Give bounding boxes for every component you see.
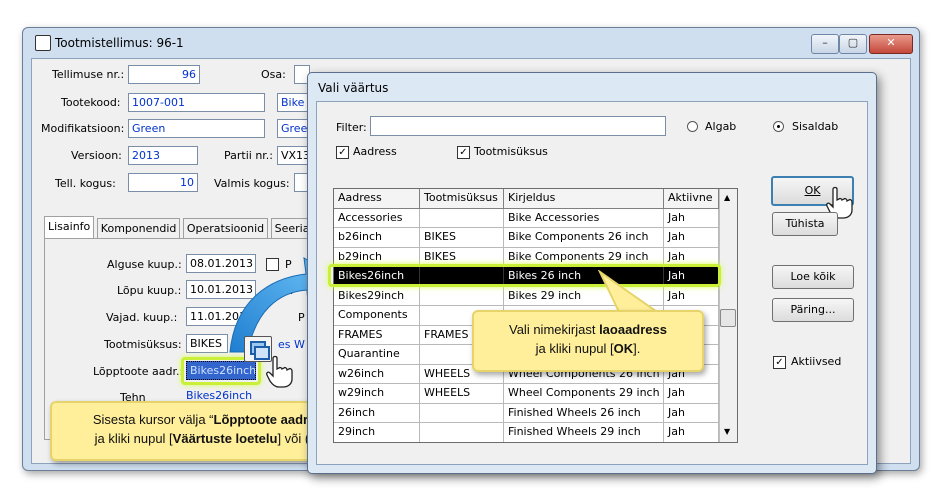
tab-komponendid[interactable]: Komponendid [96,218,181,238]
cell-unit: BIKES [420,228,504,248]
callout-right-text-2: ja kliki nupul [ [535,341,614,356]
radio-contains-label: Sisaldab [792,120,839,133]
cell-active: Jah [664,286,719,306]
filter-input[interactable] [370,116,666,136]
version-label: Versioon: [71,149,122,162]
check-unit-label: Tootmisüksus [474,145,548,158]
callout-left-text-1: Sisesta kursor välja “ [92,412,214,427]
order-qty-label: Tell. kogus: [55,177,116,190]
radio-contains[interactable] [773,121,784,132]
cell-active: Jah [664,228,719,248]
read-all-button[interactable]: Loe kõik [772,265,854,289]
check-active[interactable]: ✓ [773,356,786,369]
cell-address: Accessories [334,208,420,228]
cell-address: Components [334,306,420,326]
table-row[interactable]: 26inch Finished Wheels 26 inch Jah [334,403,719,423]
instruction-callout-right: Vali nimekirjast laoaadress ja kliki nup… [472,310,704,372]
order-no-field[interactable]: 96 [128,65,200,84]
cell-active: Jah [664,403,719,423]
tab-strip: Lisainfo Komponendid Operatsioonid Seeri… [44,216,314,240]
check-unit[interactable]: ✓ [457,146,470,159]
table-row[interactable]: 29inch Finished Wheels 29 inch Jah [334,423,719,442]
modification-label: Modifikatsioon: [41,122,125,135]
callout-right-bold-2: OK [613,341,634,356]
cell-active: Jah [664,208,719,228]
product-code-field[interactable]: 1007-001 [128,93,265,112]
callout-right-bold-1: laoaadress [599,322,667,337]
final-location-label: Lõpptoote aadr.: [93,365,184,378]
product-code-label: Tootekood: [61,96,121,109]
radio-begins[interactable] [687,121,698,132]
tab-operatsioonid[interactable]: Operatsioonid [182,218,269,238]
cell-description: Wheel Components 29 inch [504,384,664,404]
filter-label: Filter: [336,121,367,134]
order-qty-field[interactable]: 10 [128,173,198,192]
maximize-button[interactable]: ▢ [839,34,867,54]
end-date-label: Lõpu kuup.: [117,284,182,297]
unit-label: Tootmisüksus: [104,338,182,351]
app-icon [35,35,51,51]
dialog-title: Vali väärtus [318,81,389,95]
cell-address: FRAMES [334,325,420,345]
table-row[interactable]: b26inch BIKES Bike Components 26 inch Jah [334,228,719,248]
scroll-thumb[interactable] [720,309,736,327]
batch-no-field[interactable]: VX13 [277,146,309,165]
radio-begins-label: Algab [705,120,737,133]
cell-unit [420,403,504,423]
cell-unit [420,286,504,306]
cell-address: w29inch [334,384,420,404]
cell-description: Bike Components 26 inch [504,228,664,248]
col-header-unit[interactable]: Tootmisüksus [420,189,504,209]
cell-address: Bikes29inch [334,286,420,306]
modification-desc-field[interactable]: Green [277,119,309,138]
need-date-label: Vajad. kuup.: [106,311,178,324]
hand-cursor-icon [266,355,293,388]
cell-unit: WHEELS [420,384,504,404]
callout-left-text-2: ja kliki nupul [ [94,431,173,446]
close-button[interactable]: ✕ [869,34,913,54]
table-row[interactable]: w29inch WHEELS Wheel Components 29 inch Jah [334,384,719,404]
cell-description: Finished Wheels 29 inch [504,423,664,442]
table-row[interactable]: Accessories Bike Accessories Jah [334,208,719,228]
start-date-label: Alguse kuup.: [107,258,182,271]
order-no-label: Tellimuse nr.: [52,68,125,81]
cell-active: Jah [664,384,719,404]
callout-right-text-1: Vali nimekirjast [509,322,600,337]
osa-label: Osa: [261,68,286,81]
callout-right-text-2-end: ]. [633,341,641,356]
tab-lisainfo[interactable]: Lisainfo [44,216,95,238]
window-title: Tootmistellimus: 96-1 [55,36,184,50]
callout-left-bold-2: Väärtuste loetelu [172,431,278,446]
grid-header: Aadress Tootmisüksus Kirjeldus Aktiivne [334,189,719,209]
product-desc-field[interactable]: Bike [277,93,309,112]
minimize-button[interactable]: – [811,34,839,54]
done-qty-label: Valmis kogus: [214,177,290,190]
check-active-label: Aktiivsed [791,355,842,368]
query-button[interactable]: Päring... [772,298,854,322]
cell-active: Jah [664,423,719,442]
check-address[interactable]: ✓ [336,146,349,159]
col-header-active[interactable]: Aktiivne [664,189,719,209]
scroll-up-icon[interactable]: ▲ [724,193,730,202]
cell-description: Finished Wheels 26 inch [504,403,664,423]
cell-address: b26inch [334,228,420,248]
cancel-button[interactable]: Tühista [772,212,838,236]
cell-address: w26inch [334,364,420,384]
cell-address: 26inch [334,403,420,423]
batch-no-label: Partii nr.: [224,149,274,162]
check-address-label: Aadress [353,145,397,158]
cell-address: Quarantine [334,345,420,365]
col-header-address[interactable]: Aadress [334,189,420,209]
col-header-description[interactable]: Kirjeldus [504,189,664,209]
callout-left-text-2-mid: ] või ( [277,431,310,446]
cell-address: 29inch [334,423,420,442]
cell-unit [420,423,504,442]
cell-description: Bike Accessories [504,208,664,228]
scroll-down-icon[interactable]: ▼ [724,427,730,436]
version-field[interactable]: 2013 [128,146,198,165]
cell-unit [420,208,504,228]
modification-field[interactable]: Green [128,119,265,138]
